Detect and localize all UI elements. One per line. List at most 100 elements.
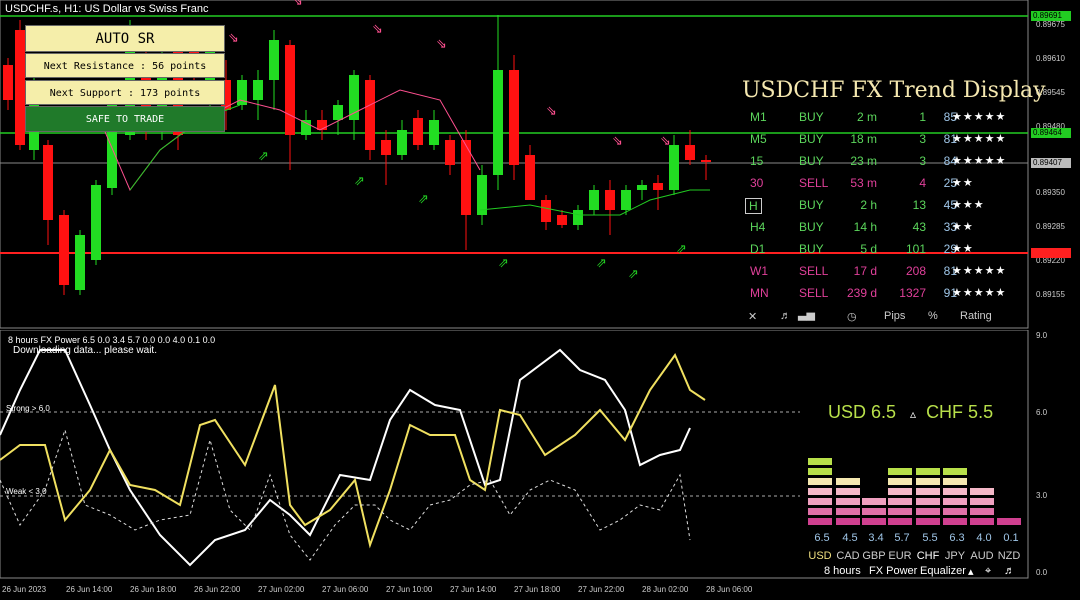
equalizer-bar — [808, 508, 832, 515]
trend-pips: 4 — [919, 176, 926, 190]
trend-display-title: USDCHF FX Trend Display — [742, 78, 1046, 103]
trend-rating: ★★★★★ — [952, 155, 1007, 167]
trend-timeframe: W1 — [750, 264, 768, 278]
trend-signal: SELL — [799, 264, 829, 278]
trend-row[interactable]: W1 SELL 17 d 208 81 ★★★★★ — [745, 264, 1030, 286]
equalizer-bar — [997, 518, 1021, 525]
candle-body — [59, 215, 69, 285]
equalizer-bar — [862, 518, 886, 525]
sound-icon[interactable]: ♬ — [780, 310, 791, 322]
equalizer-bar — [943, 468, 967, 475]
candle-body — [653, 183, 663, 190]
loading-message: Downloading data... please wait. — [13, 345, 157, 356]
price-tag-support: 0.89233 — [1031, 248, 1071, 258]
candle-body — [43, 145, 53, 220]
candle-body — [589, 190, 599, 210]
trend-signal: BUY — [799, 242, 824, 256]
equalizer-bar — [888, 488, 912, 495]
percent-header: % — [928, 310, 938, 322]
equalizer-bar — [916, 498, 940, 505]
trend-timeframe: M1 — [750, 110, 767, 124]
equalizer-bar — [970, 498, 994, 505]
trend-pips: 1327 — [899, 286, 926, 300]
signal-arrow-icon: ⇘ — [612, 134, 623, 149]
trend-row[interactable]: MN SELL 239 d 1327 91 ★★★★★ — [745, 286, 1030, 308]
eq-mode[interactable]: Equalizer — [920, 565, 966, 577]
trend-rating: ★★★ — [952, 199, 985, 211]
eq-currency: JPY — [944, 550, 966, 562]
trend-timeframe: H4 — [750, 220, 766, 234]
candle-body — [685, 145, 695, 160]
signal-arrow-icon: ⇗ — [628, 267, 639, 282]
candle-body — [701, 160, 711, 162]
trend-pips: 3 — [919, 132, 926, 146]
auto-sr-title[interactable]: AUTO SR — [25, 25, 225, 52]
equalizer-bar — [916, 488, 940, 495]
crosshair-icon[interactable]: ⌖ — [985, 565, 991, 578]
close-icon[interactable]: ✕ — [748, 310, 757, 323]
candle-body — [429, 120, 439, 145]
equalizer-bar — [943, 478, 967, 485]
candle-body — [493, 70, 503, 175]
candle-body — [557, 215, 567, 225]
trend-signal: BUY — [799, 154, 824, 168]
equalizer-bar — [808, 498, 832, 505]
candle-body — [621, 190, 631, 210]
eq-value: 3.4 — [868, 532, 884, 544]
trend-duration: 2 m — [856, 110, 877, 124]
eq-value: 5.5 — [922, 532, 938, 544]
trend-row[interactable]: 30 SELL 53 m 4 25 ★★ — [745, 176, 1030, 198]
equalizer-bar — [808, 518, 832, 525]
trend-duration: 53 m — [850, 176, 877, 190]
signal-arrow-icon: ⇗ — [418, 192, 429, 207]
trend-row[interactable]: 15 BUY 23 m 3 84 ★★★★★ — [745, 154, 1030, 176]
equalizer-bar — [836, 518, 860, 525]
eq-value: 4.0 — [976, 532, 992, 544]
equalizer-bar — [808, 478, 832, 485]
trend-duration: 17 d — [853, 264, 877, 278]
trend-rating: ★★★★★ — [952, 265, 1007, 277]
equalizer-bar — [836, 488, 860, 495]
trend-duration: 5 d — [860, 242, 877, 256]
triangle-icon[interactable]: ▴ — [968, 565, 974, 578]
trend-row[interactable]: H BUY 2 h 13 45 ★★★ — [745, 198, 1030, 220]
trend-row[interactable]: M5 BUY 18 m 3 81 ★★★★★ — [745, 132, 1030, 154]
equalizer-bar — [916, 508, 940, 515]
eq-hours[interactable]: 8 hours — [824, 565, 861, 577]
eq-currency: EUR — [888, 550, 912, 562]
trend-duration: 18 m — [850, 132, 877, 146]
trend-row[interactable]: H4 BUY 14 h 43 33 ★★ — [745, 220, 1030, 242]
usd-power: USD 6.5 — [828, 402, 897, 422]
rating-header: Rating — [960, 310, 992, 322]
trend-row[interactable]: D1 BUY 5 d 101 29 ★★ — [745, 242, 1030, 264]
trend-timeframe: 15 — [750, 154, 764, 168]
next-resistance-label: Next Resistance : 56 points — [25, 53, 225, 78]
sound-icon[interactable]: ♬ — [1004, 565, 1015, 577]
trend-pips: 1 — [919, 110, 926, 124]
equalizer-bar — [943, 508, 967, 515]
clock-icon: ◷ — [847, 311, 857, 323]
price-tag-top: 0.89691 — [1031, 11, 1071, 21]
fx-power-subtitle: 8 hours FX Power 6.5 0.0 3.4 5.7 0.0 0.0… — [8, 335, 216, 345]
candle-body — [253, 80, 263, 100]
eq-value: 4.5 — [842, 532, 858, 544]
signal-arrow-icon: ⇗ — [676, 242, 687, 257]
signal-arrow-icon: ⇗ — [258, 149, 269, 164]
signal-arrow-icon: ⇗ — [596, 256, 607, 271]
trend-signal: BUY — [799, 220, 824, 234]
eq-value: 0.1 — [1003, 532, 1019, 544]
graph-icon[interactable]: ▃▅ — [798, 308, 815, 321]
power-tick: 3.0 — [1036, 491, 1048, 500]
candle-body — [413, 118, 423, 145]
candle-body — [3, 65, 13, 100]
equalizer-bar — [970, 488, 994, 495]
trend-row[interactable]: M1 BUY 2 m 1 85 ★★★★★ — [745, 110, 1030, 132]
pips-header: Pips — [884, 310, 906, 322]
eq-value: 6.3 — [949, 532, 965, 544]
trend-signal: SELL — [799, 176, 829, 190]
trend-signal: SELL — [799, 286, 829, 300]
candle-body — [75, 235, 85, 290]
candle-body — [445, 140, 455, 165]
equalizer-bar — [862, 498, 886, 505]
trend-timeframe: MN — [750, 286, 769, 300]
